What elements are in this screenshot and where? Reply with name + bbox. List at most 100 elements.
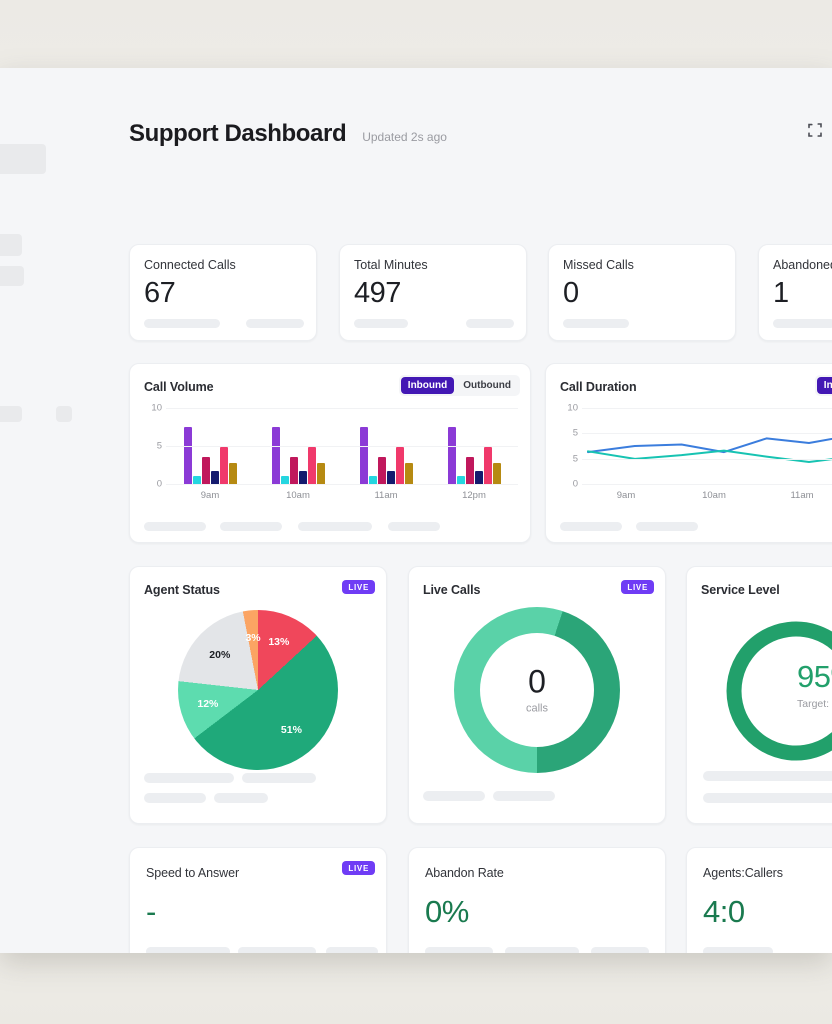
card-title: Call Volume bbox=[144, 380, 214, 394]
skeleton-pill bbox=[773, 319, 832, 328]
bar bbox=[183, 427, 192, 484]
card-title: Service Level bbox=[701, 583, 780, 597]
card-service-level[interactable]: Service Level 95% Target: 95% bbox=[686, 566, 832, 824]
line-series bbox=[587, 449, 832, 463]
card-agent-status[interactable]: Agent Status LIVE 13% 51% 12% 20% 3% bbox=[129, 566, 387, 824]
skeleton-pill bbox=[238, 947, 316, 953]
x-axis-tick: 12pm bbox=[462, 490, 486, 501]
skeleton-pill bbox=[703, 947, 773, 953]
y-axis-tick: 5 bbox=[156, 440, 162, 452]
kpi-card-connected-calls[interactable]: Connected Calls 67 bbox=[129, 244, 317, 341]
skeleton-pill bbox=[591, 947, 649, 953]
bar-group bbox=[430, 427, 518, 484]
updated-timestamp: Updated 2s ago bbox=[362, 130, 447, 144]
bar-group bbox=[342, 427, 430, 484]
donut-chart-live-calls: 0 calls bbox=[409, 605, 665, 775]
x-axis-labels: 9am10am11am12pm bbox=[582, 490, 832, 501]
kpi-label: Connected Calls bbox=[144, 258, 236, 272]
y-axis-tick: 0 bbox=[572, 478, 578, 490]
bar bbox=[307, 446, 316, 484]
fullscreen-expand-icon[interactable] bbox=[807, 122, 823, 138]
card-abandon-rate[interactable]: Abandon Rate 0% bbox=[408, 847, 666, 953]
card-title: Agents:Callers bbox=[703, 866, 783, 880]
bar-group bbox=[166, 427, 254, 484]
nav-skeleton-block bbox=[0, 266, 24, 286]
card-speed-to-answer[interactable]: Speed to Answer LIVE - bbox=[129, 847, 387, 953]
toggle-outbound[interactable]: Outbound bbox=[456, 377, 518, 394]
y-axis-tick: 0 bbox=[156, 478, 162, 490]
bar bbox=[228, 463, 237, 484]
bar bbox=[456, 476, 465, 484]
y-axis: 0 5 5 10 bbox=[560, 403, 582, 490]
kpi-card-missed-calls[interactable]: Missed Calls 0 bbox=[548, 244, 736, 341]
bar bbox=[368, 476, 377, 484]
bar bbox=[404, 463, 413, 484]
pie-chart-agent-status: 13% 51% 12% 20% 3% bbox=[130, 605, 386, 775]
card-agents-callers[interactable]: Agents:Callers 4:0 bbox=[686, 847, 832, 953]
bar bbox=[271, 427, 280, 484]
service-level-value: 95% bbox=[797, 659, 832, 694]
bar bbox=[465, 457, 474, 484]
skeleton-pill bbox=[144, 319, 220, 328]
pie-slice-label: 12% bbox=[197, 697, 219, 710]
skeleton-pill bbox=[214, 793, 268, 803]
kpi-card-abandoned-calls[interactable]: Abandoned Calls 1 bbox=[758, 244, 832, 341]
gridline bbox=[582, 458, 832, 460]
bar bbox=[219, 446, 228, 484]
card-call-duration[interactable]: Call Duration Inbound Outbound 0 5 5 10 9am… bbox=[545, 363, 832, 543]
gridline bbox=[166, 446, 518, 447]
line-series-container bbox=[587, 437, 832, 463]
bar bbox=[201, 457, 210, 484]
donut-center-label: 0 calls bbox=[526, 666, 548, 715]
direction-toggle-duration[interactable]: Inbound Outbound bbox=[814, 375, 832, 396]
kpi-value: 497 bbox=[354, 277, 401, 309]
nav-skeleton-block bbox=[56, 406, 72, 422]
live-badge[interactable]: LIVE bbox=[342, 580, 375, 594]
x-axis-tick: 11am bbox=[790, 490, 814, 501]
y-axis-tick: 10 bbox=[567, 402, 578, 414]
gridline bbox=[166, 408, 518, 409]
kpi-card-total-minutes[interactable]: Total Minutes 497 bbox=[339, 244, 527, 341]
skeleton-pill bbox=[425, 947, 493, 953]
nav-skeleton-block bbox=[0, 406, 22, 422]
gridline bbox=[582, 408, 832, 409]
gridline bbox=[582, 433, 832, 435]
skeleton-pill bbox=[636, 522, 698, 531]
toggle-inbound[interactable]: Inbound bbox=[400, 377, 455, 394]
toggle-inbound[interactable]: Inbound bbox=[816, 377, 832, 394]
live-badge[interactable]: LIVE bbox=[621, 580, 654, 594]
bar-plot-area: 0 5 10 9am 10am 11am 12pm bbox=[144, 403, 518, 508]
gridline bbox=[166, 484, 518, 485]
nav-skeleton-block bbox=[0, 144, 46, 174]
live-calls-unit: calls bbox=[525, 702, 549, 715]
metric-value: - bbox=[146, 894, 156, 929]
nav-skeleton-block bbox=[0, 234, 22, 256]
skeleton-pill bbox=[298, 522, 372, 531]
x-axis-tick: 9am bbox=[200, 490, 220, 501]
bar bbox=[192, 476, 201, 484]
skeleton-pill bbox=[326, 947, 378, 953]
bar bbox=[474, 471, 483, 484]
bar bbox=[289, 457, 298, 484]
page-title: Support Dashboard bbox=[129, 120, 347, 147]
bar bbox=[280, 476, 289, 484]
y-axis-tick: 5 bbox=[572, 453, 578, 465]
y-axis: 0 5 10 bbox=[144, 403, 166, 490]
skeleton-pill bbox=[505, 947, 579, 953]
metric-value: 4:0 bbox=[703, 894, 745, 929]
bar bbox=[447, 427, 456, 484]
skeleton-pill bbox=[703, 793, 832, 803]
direction-toggle[interactable]: Inbound Outbound bbox=[398, 375, 520, 396]
card-live-calls[interactable]: Live Calls LIVE 0 calls bbox=[408, 566, 666, 824]
card-title: Speed to Answer bbox=[146, 866, 240, 880]
skeleton-pill bbox=[423, 791, 485, 801]
metric-value: 0% bbox=[425, 894, 469, 929]
kpi-label: Total Minutes bbox=[354, 258, 428, 272]
bar bbox=[492, 463, 501, 484]
card-call-volume[interactable]: Call Volume Inbound Outbound 0 5 10 9am 10a… bbox=[129, 363, 531, 543]
skeleton-pill bbox=[560, 522, 622, 531]
kpi-value: 67 bbox=[144, 277, 176, 309]
dashboard-header: Support Dashboard Updated 2s ago bbox=[129, 120, 822, 148]
live-badge[interactable]: LIVE bbox=[342, 861, 375, 875]
skeleton-pill bbox=[242, 773, 316, 783]
